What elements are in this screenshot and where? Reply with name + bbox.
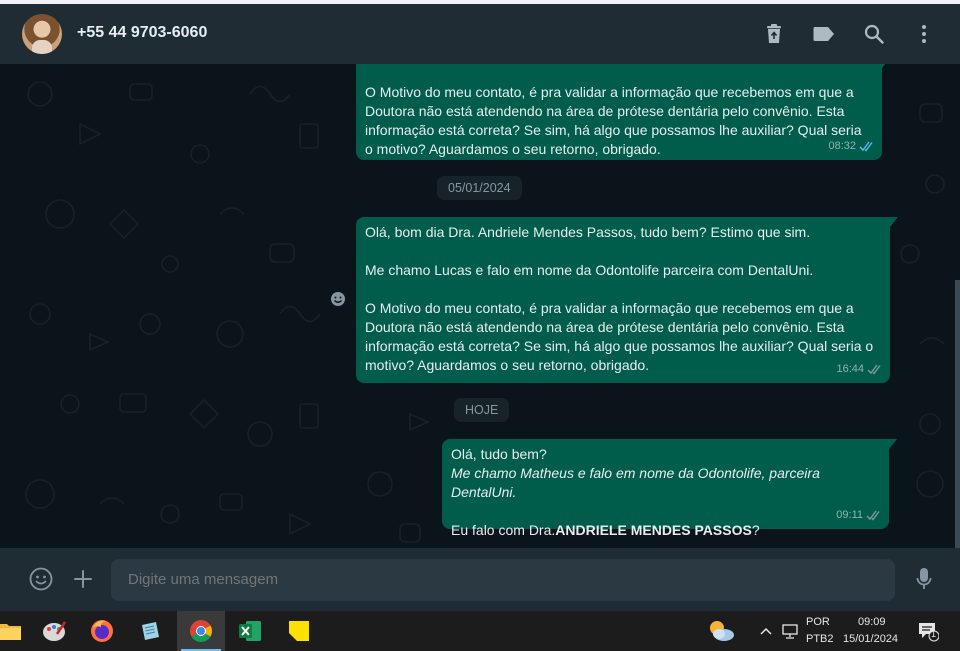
message-input[interactable] (111, 559, 895, 601)
network-icon[interactable] (778, 619, 802, 643)
delivered-receipt-icon (867, 364, 881, 375)
paint-icon[interactable] (30, 611, 78, 651)
message-text: Olá, bom dia Dra. Andriele Mendes Passos… (365, 224, 874, 373)
language-indicator[interactable]: POR (806, 616, 830, 628)
contact-avatar[interactable] (22, 14, 62, 54)
message-line: Olá, tudo bem? (451, 446, 547, 462)
date-separator: 05/01/2024 (437, 176, 522, 200)
keyboard-layout-indicator[interactable]: PTB2 (806, 633, 834, 645)
message-list[interactable]: O Motivo do meu contato, é pra validar a… (0, 64, 955, 548)
notifications-icon[interactable]: 1 (916, 619, 940, 643)
file-explorer-icon[interactable] (0, 611, 34, 651)
message-meta: 09:11 (836, 506, 882, 525)
attach-plus-icon[interactable] (71, 567, 95, 591)
message-line: Eu falo com Dra.ANDRIELE MENDES PASSOS? (451, 521, 880, 540)
chrome-icon[interactable] (177, 611, 225, 651)
outgoing-message[interactable]: Olá, tudo bem? Me chamo Matheus e falo e… (442, 439, 897, 538)
bubble-tail (882, 64, 890, 68)
message-time: 08:32 (828, 140, 856, 152)
sticky-notes-icon[interactable] (275, 611, 323, 651)
clock-time[interactable]: 09:09 (858, 616, 886, 628)
message-time: 09:11 (836, 509, 863, 521)
emoji-icon[interactable] (29, 567, 53, 591)
read-receipt-icon (859, 141, 873, 152)
bubble-tail (890, 217, 898, 227)
chat-header: +55 44 9703-6060 (0, 4, 960, 64)
message-text-bold: ANDRIELE MENDES PASSOS (555, 522, 752, 538)
emoji-reaction-icon[interactable] (327, 288, 349, 310)
notification-count: 1 (931, 629, 937, 639)
message-text-suffix: ? (751, 522, 760, 538)
firefox-icon[interactable] (78, 611, 126, 651)
scrollbar-thumb[interactable] (955, 280, 960, 548)
contact-name[interactable]: +55 44 9703-6060 (77, 24, 207, 42)
message-meta: 16:44 (836, 360, 883, 379)
date-separator: HOJE (454, 398, 510, 422)
menu-icon[interactable] (912, 22, 936, 46)
windows-taskbar: POR PTB2 09:09 15/01/2024 1 (0, 611, 960, 651)
outgoing-message[interactable]: Olá, bom dia Dra. Andriele Mendes Passos… (356, 217, 898, 383)
label-icon[interactable] (812, 22, 836, 46)
message-meta: 08:32 (828, 137, 875, 156)
weather-icon[interactable] (697, 611, 745, 651)
message-line-italic: Me chamo Matheus e falo em nome da Odont… (451, 465, 824, 500)
search-icon[interactable] (862, 22, 886, 46)
notepad-icon[interactable] (126, 611, 174, 651)
message-composer (0, 548, 960, 611)
microphone-icon[interactable] (912, 567, 936, 591)
message-text-prefix: Eu falo com Dra. (451, 522, 556, 538)
delivered-receipt-icon (866, 510, 880, 521)
clock-date[interactable]: 15/01/2024 (843, 633, 898, 645)
outgoing-message[interactable]: O Motivo do meu contato, é pra validar a… (356, 64, 890, 160)
message-time: 16:44 (836, 363, 864, 375)
bubble-tail (889, 439, 897, 449)
excel-icon[interactable] (226, 611, 274, 651)
delete-icon[interactable] (762, 22, 786, 46)
chevron-up-icon[interactable] (754, 619, 778, 643)
message-text: O Motivo do meu contato, é pra validar a… (365, 84, 866, 157)
